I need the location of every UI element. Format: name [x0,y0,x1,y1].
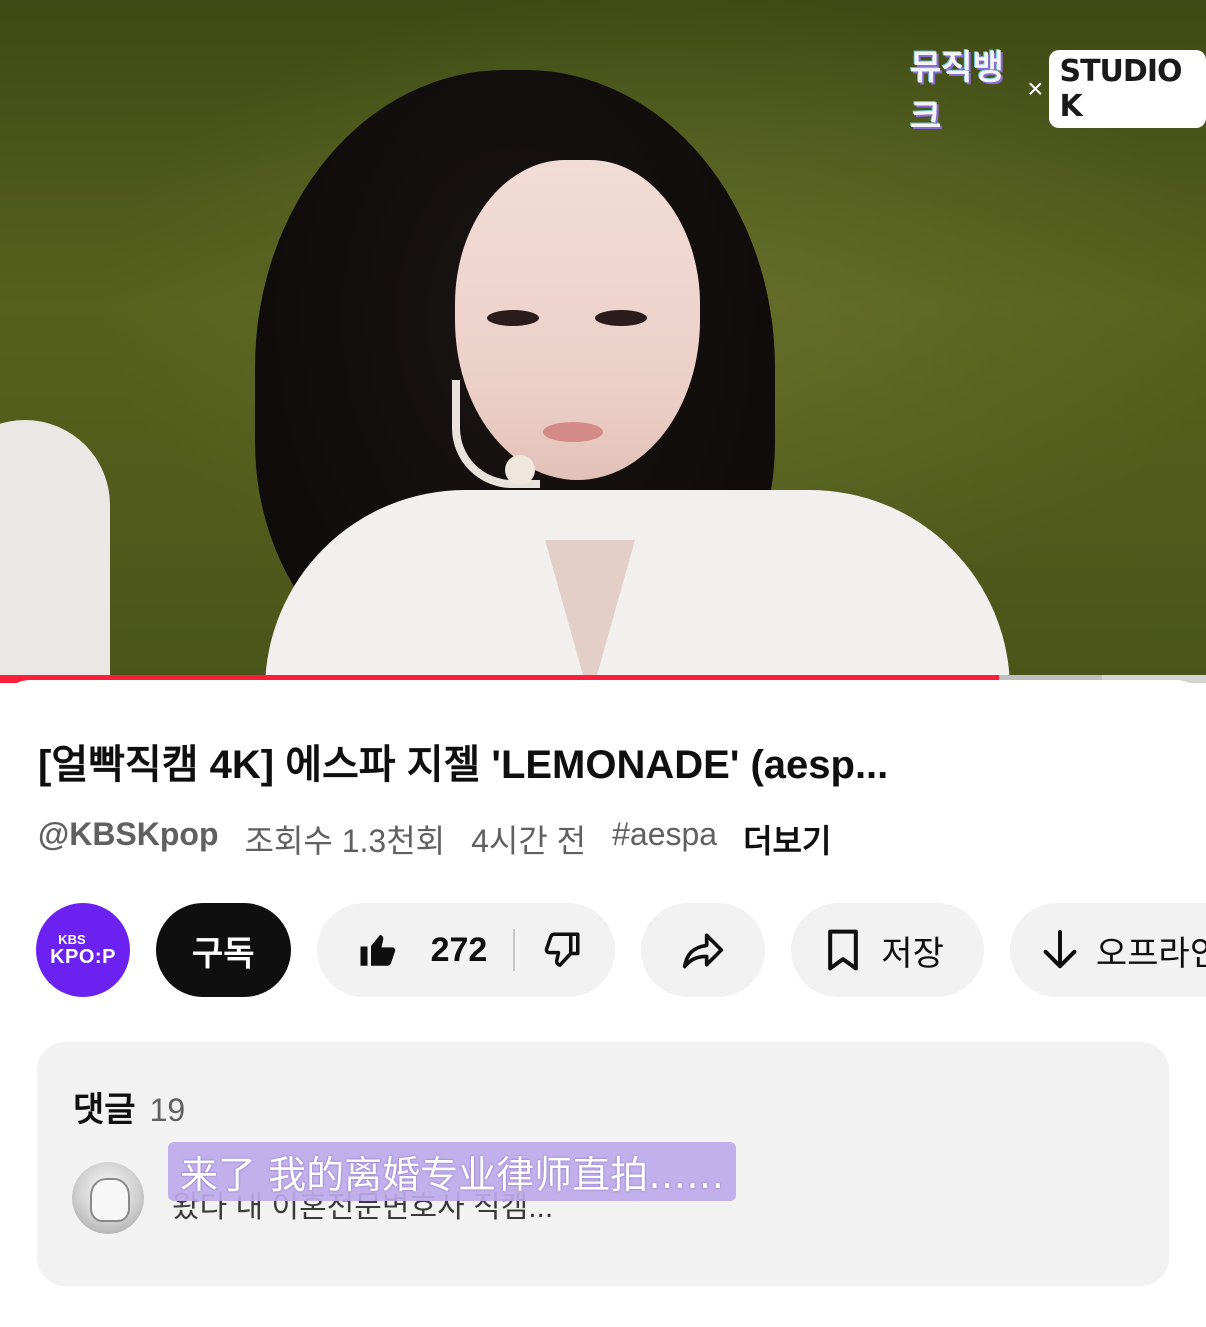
share-arrow-icon [681,928,725,972]
like-button[interactable]: 272 [357,929,514,971]
avatar-kpop-text: KPO:P [50,945,116,968]
offline-download-button[interactable]: 오프라인 [1009,903,1206,997]
more-button[interactable]: 더보기 [743,816,831,862]
avatar-character-image [90,1178,130,1222]
logo-separator: × [1027,73,1044,104]
video-eye [487,310,539,326]
avatar-kbs-text: KBS [58,931,86,947]
hashtag-link[interactable]: #aespa [612,816,717,862]
broadcast-logo: 뮤직뱅크 × STUDIO K [910,40,1206,138]
comments-count: 19 [149,1092,186,1128]
commenter-avatar[interactable] [72,1162,144,1234]
video-side-performer [0,420,110,680]
download-arrow-icon [1042,928,1078,972]
video-eye [595,310,647,326]
action-row: KBS KPO:P 구독 272 저장 오프라인 [36,902,1206,998]
channel-handle[interactable]: @KBSKpop [38,816,219,862]
music-bank-logo: 뮤직뱅크 [910,48,1004,137]
headset-mic-head [505,455,535,485]
video-meta-row[interactable]: @KBSKpop 조회수 1.3천회 4시간 전 #aespa 더보기 [38,816,831,862]
bookmark-icon [823,928,863,972]
share-button[interactable] [641,903,766,997]
subscribe-button[interactable]: 구독 [156,903,291,997]
comments-header: 댓글 19 [73,1082,185,1131]
video-title[interactable]: [얼빡직캠 4K] 에스파 지젤 'LEMONADE' (aesp... [38,732,1178,790]
video-lips [543,422,603,442]
studio-k-logo: STUDIO K [1049,50,1206,128]
thumbs-down-icon [541,929,583,971]
channel-avatar[interactable]: KBS KPO:P [36,903,130,997]
view-count: 조회수 1.3천회 [244,823,446,859]
video-info-panel: [얼빡직캠 4K] 에스파 지젤 'LEMONADE' (aesp... @KB… [0,680,1206,1327]
offline-label: 오프라인 [1095,934,1206,973]
comments-section[interactable]: 댓글 19 왔다 내 이혼전문변호사 직캠... 来了 我的离婚专业律师直拍…… [37,1042,1169,1286]
video-player[interactable]: 뮤직뱅크 × STUDIO K [0,0,1206,680]
upload-time: 4시간 전 [471,823,587,859]
save-label: 저장 [881,934,944,973]
comments-label: 댓글 [73,1091,136,1129]
save-button[interactable]: 저장 [791,903,984,997]
translation-caption-overlay: 来了 我的离婚专业律师直拍…… [168,1142,737,1201]
dislike-button[interactable] [515,929,583,971]
like-dislike-group: 272 [316,903,616,997]
like-count: 272 [430,930,488,969]
video-performer-jacket [265,490,1010,680]
thumbs-up-icon [357,929,399,971]
